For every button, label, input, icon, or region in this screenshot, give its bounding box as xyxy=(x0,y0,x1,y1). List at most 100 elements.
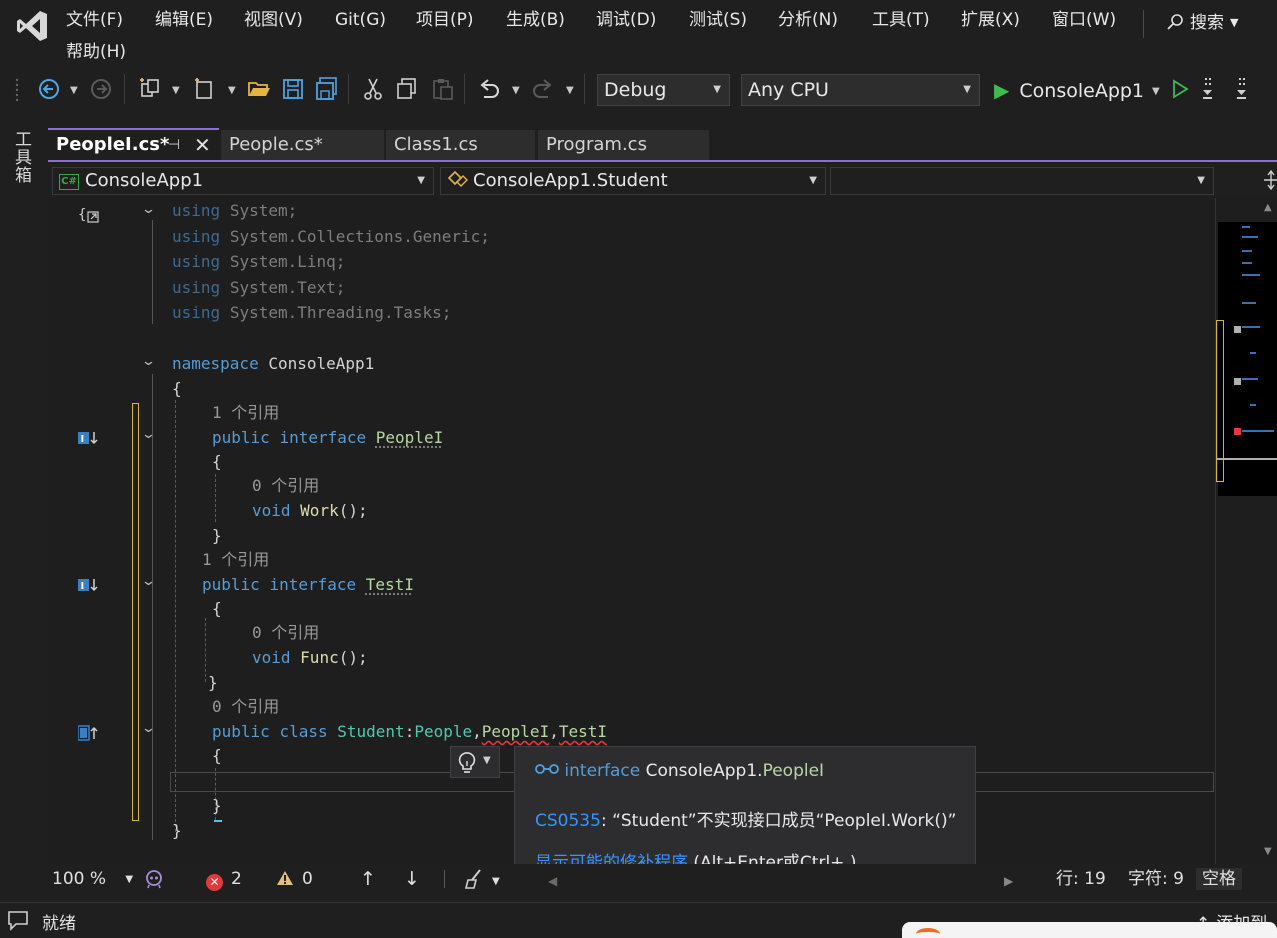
menu-project[interactable]: 项目(P) xyxy=(416,4,474,36)
toolbar-overflow-icon[interactable] xyxy=(1232,76,1250,102)
codelens-references[interactable]: 0 个引用 xyxy=(252,621,319,645)
type-dropdown[interactable]: ConsoleApp1.Student ▼ xyxy=(440,167,826,195)
scroll-left-icon[interactable]: ◀ xyxy=(548,870,557,892)
chevron-down-icon[interactable]: ▼ xyxy=(566,85,574,96)
pin-icon[interactable]: ⊣ xyxy=(168,130,180,160)
new-file-icon[interactable] xyxy=(192,76,218,102)
scroll-up-icon[interactable]: ▲ xyxy=(1264,202,1272,213)
menu-help[interactable]: 帮助(H) xyxy=(66,36,126,68)
codelens-references[interactable]: 1 个引用 xyxy=(202,548,269,572)
tab-people-cs[interactable]: People.cs* xyxy=(221,130,384,160)
collapse-icon[interactable]: ⌄ xyxy=(141,354,156,369)
chevron-down-icon[interactable]: ▼ xyxy=(228,85,236,96)
codelens-references[interactable]: 1 个引用 xyxy=(212,401,279,425)
code-line[interactable]: public class Student:People,PeopleI,Test… xyxy=(212,720,607,744)
menu-edit[interactable]: 编辑(E) xyxy=(155,4,213,36)
chevron-down-icon[interactable]: ▼ xyxy=(70,85,78,96)
toolbox-tab[interactable]: 工具箱 xyxy=(11,130,34,184)
scroll-down-icon[interactable]: ▼ xyxy=(1264,846,1272,857)
menu-test[interactable]: 测试(S) xyxy=(689,4,747,36)
solution-configuration-dropdown[interactable]: Debug ▼ xyxy=(597,74,730,106)
solution-platform-dropdown[interactable]: Any CPU ▼ xyxy=(741,74,980,106)
code-cleanup-icon[interactable] xyxy=(464,868,486,890)
tab-peoplei-cs[interactable]: PeopleI.cs* ⊣ ✕ xyxy=(48,128,219,160)
collapse-icon[interactable]: ⌄ xyxy=(141,202,156,217)
code-line[interactable]: public interface TestI xyxy=(202,573,414,597)
code-line[interactable]: { xyxy=(212,450,222,474)
start-without-debugging-icon[interactable] xyxy=(1167,76,1193,102)
undo-icon[interactable] xyxy=(476,76,502,102)
scroll-right-icon[interactable]: ▶ xyxy=(1004,870,1013,892)
redo-icon[interactable] xyxy=(530,76,556,102)
code-line[interactable]: using System.Threading.Tasks; xyxy=(172,301,451,325)
menu-file[interactable]: 文件(F) xyxy=(66,4,123,36)
vertical-scrollbar-map[interactable]: ▲ ▼ xyxy=(1215,198,1277,864)
whitespace-mode[interactable]: 空格 xyxy=(1196,868,1242,890)
member-dropdown[interactable]: ▼ xyxy=(830,167,1214,195)
menu-extensions[interactable]: 扩展(X) xyxy=(961,4,1020,36)
line-number[interactable]: 行: 19 xyxy=(1056,868,1106,890)
code-line[interactable]: namespace ConsoleApp1 xyxy=(172,352,374,376)
chevron-down-icon[interactable]: ▼ xyxy=(492,871,500,893)
tab-class1-cs[interactable]: Class1.cs xyxy=(386,130,535,160)
implemented-by-icon[interactable]: I xyxy=(78,576,102,594)
copilot-icon[interactable] xyxy=(144,869,164,889)
menu-debug[interactable]: 调试(D) xyxy=(596,4,656,36)
quick-actions-icon[interactable]: { xyxy=(78,206,102,224)
chevron-down-icon[interactable]: ▼ xyxy=(172,85,180,96)
cut-icon[interactable] xyxy=(360,76,386,102)
navigate-forward-icon[interactable] xyxy=(88,76,114,102)
menu-build[interactable]: 生成(B) xyxy=(506,4,565,36)
previous-issue-icon[interactable]: ↑ xyxy=(360,868,376,890)
code-line[interactable]: using System.Linq; xyxy=(172,250,345,274)
save-all-icon[interactable] xyxy=(314,76,340,102)
menu-analyze[interactable]: 分析(N) xyxy=(778,4,838,36)
implemented-by-icon[interactable]: I xyxy=(78,429,102,447)
paste-icon[interactable] xyxy=(430,76,456,102)
next-issue-icon[interactable]: ↓ xyxy=(404,868,420,890)
error-count-button[interactable]: ✕ 2 xyxy=(206,868,242,891)
menu-tools[interactable]: 工具(T) xyxy=(872,4,930,36)
menu-window[interactable]: 窗口(W) xyxy=(1052,4,1116,36)
project-dropdown[interactable]: C# ConsoleApp1 ▼ xyxy=(52,167,434,195)
visual-studio-logo-icon[interactable] xyxy=(14,8,50,44)
copy-icon[interactable] xyxy=(394,76,420,102)
code-line[interactable]: } xyxy=(212,524,222,548)
save-icon[interactable] xyxy=(280,76,306,102)
quick-actions-lightbulb-button[interactable]: ▼ xyxy=(450,746,500,778)
code-line[interactable]: using System; xyxy=(172,199,297,223)
code-line[interactable]: } xyxy=(212,794,222,818)
zoom-level-dropdown[interactable]: 100 % ▼ xyxy=(52,868,133,891)
notifications-icon[interactable] xyxy=(6,909,30,931)
collapse-icon[interactable]: ⌄ xyxy=(141,721,156,736)
split-editor-icon[interactable] xyxy=(1262,169,1277,191)
code-line[interactable]: } xyxy=(172,819,182,843)
error-code-link[interactable]: CS0535 xyxy=(535,811,601,831)
implements-icon[interactable] xyxy=(78,724,102,742)
warning-count-button[interactable]: 0 xyxy=(276,868,313,890)
chevron-down-icon[interactable]: ▼ xyxy=(1152,86,1160,97)
code-line[interactable]: { xyxy=(212,744,222,768)
new-project-icon[interactable] xyxy=(138,76,164,102)
code-line[interactable]: { xyxy=(172,377,182,401)
menu-view[interactable]: 视图(V) xyxy=(244,4,303,36)
input-method-toolbar[interactable] xyxy=(902,922,1277,938)
code-line[interactable]: { xyxy=(212,597,222,621)
collapse-icon[interactable]: ⌄ xyxy=(141,574,156,589)
navigate-back-icon[interactable] xyxy=(36,76,62,102)
codelens-references[interactable]: 0 个引用 xyxy=(212,695,279,719)
chevron-down-icon[interactable]: ▼ xyxy=(512,85,520,96)
menu-git[interactable]: Git(G) xyxy=(335,4,386,36)
start-debugging-button[interactable]: ▶ ConsoleApp1 ▼ xyxy=(994,76,1160,104)
code-line[interactable]: void Work(); xyxy=(252,499,368,523)
open-folder-icon[interactable] xyxy=(246,76,272,102)
minimap-viewport[interactable] xyxy=(1218,222,1277,496)
codelens-references[interactable]: 0 个引用 xyxy=(252,474,319,498)
toolbar-overflow-icon[interactable] xyxy=(1198,76,1216,102)
tab-program-cs[interactable]: Program.cs xyxy=(538,130,709,160)
char-number[interactable]: 字符: 9 xyxy=(1128,868,1184,890)
code-line[interactable]: public interface PeopleI xyxy=(212,426,443,450)
code-line[interactable]: } xyxy=(208,671,218,695)
toolbar-grip-icon[interactable] xyxy=(14,76,24,102)
code-line[interactable]: using System.Text; xyxy=(172,276,345,300)
